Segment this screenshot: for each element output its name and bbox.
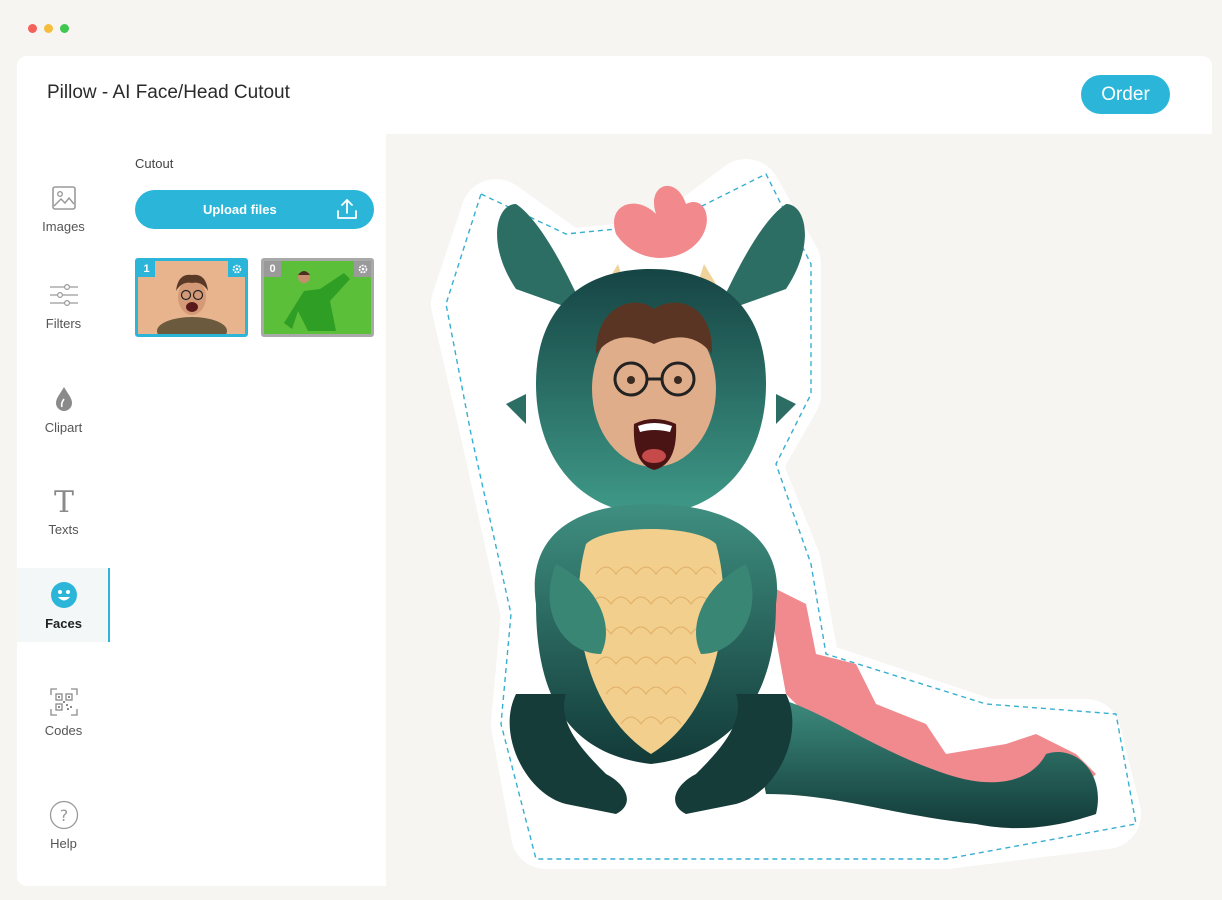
design-canvas[interactable]: [386, 134, 1212, 886]
settings-gear-icon[interactable]: [354, 261, 371, 277]
sidebar-item-label: Filters: [45, 315, 82, 331]
maximize-window-button[interactable]: [60, 24, 69, 33]
thumbnail-count-badge: 0: [264, 261, 281, 277]
smiley-icon: [49, 580, 79, 610]
drop-icon: [49, 384, 79, 414]
svg-text:?: ?: [59, 806, 68, 825]
close-window-button[interactable]: [28, 24, 37, 33]
face-thumbnail-1[interactable]: 1: [135, 258, 248, 337]
app-window: Pillow - AI Face/Head Cutout Order Image…: [0, 0, 1222, 900]
sidebar-item-images[interactable]: Images: [17, 171, 110, 245]
upload-icon: [336, 198, 358, 220]
thumbnail-count-badge: 1: [138, 261, 155, 277]
order-button[interactable]: Order: [1081, 75, 1170, 114]
sidebar: Images Filters Clipart T Texts Faces Cod…: [17, 134, 114, 886]
image-icon: [49, 183, 79, 213]
sidebar-item-label: Clipart: [44, 419, 83, 435]
panel-title: Cutout: [135, 156, 174, 171]
header: Pillow - AI Face/Head Cutout Order: [17, 56, 1212, 134]
sidebar-item-faces[interactable]: Faces: [17, 568, 114, 642]
sidebar-item-label: Texts: [48, 521, 79, 537]
help-icon: ?: [49, 800, 79, 830]
sidebar-item-label: Help: [50, 835, 77, 851]
app-title: Pillow - AI Face/Head Cutout: [47, 82, 290, 103]
settings-gear-icon[interactable]: [228, 261, 245, 277]
upload-files-button[interactable]: Upload files: [135, 190, 374, 229]
sidebar-item-help[interactable]: ? Help: [17, 788, 110, 862]
sidebar-item-texts[interactable]: T Texts: [17, 474, 110, 548]
dragon-sticker-image[interactable]: [386, 134, 1212, 886]
sidebar-item-label: Codes: [44, 722, 83, 738]
app-container: Pillow - AI Face/Head Cutout Order Image…: [17, 56, 1212, 886]
sidebar-item-label: Faces: [45, 615, 82, 631]
upload-files-label: Upload files: [203, 202, 277, 217]
face-thumbnail-2[interactable]: 0: [261, 258, 374, 337]
sliders-icon: [49, 280, 79, 310]
sidebar-item-filters[interactable]: Filters: [17, 268, 110, 342]
qr-code-icon: [49, 687, 79, 717]
window-controls: [28, 24, 69, 33]
sidebar-item-label: Images: [42, 218, 85, 234]
cutout-panel: Cutout Upload files 1 0: [110, 134, 386, 886]
sidebar-item-clipart[interactable]: Clipart: [17, 372, 110, 446]
text-icon: T: [49, 486, 79, 516]
minimize-window-button[interactable]: [44, 24, 53, 33]
svg-text:T: T: [53, 486, 73, 516]
sidebar-item-codes[interactable]: Codes: [17, 675, 110, 749]
